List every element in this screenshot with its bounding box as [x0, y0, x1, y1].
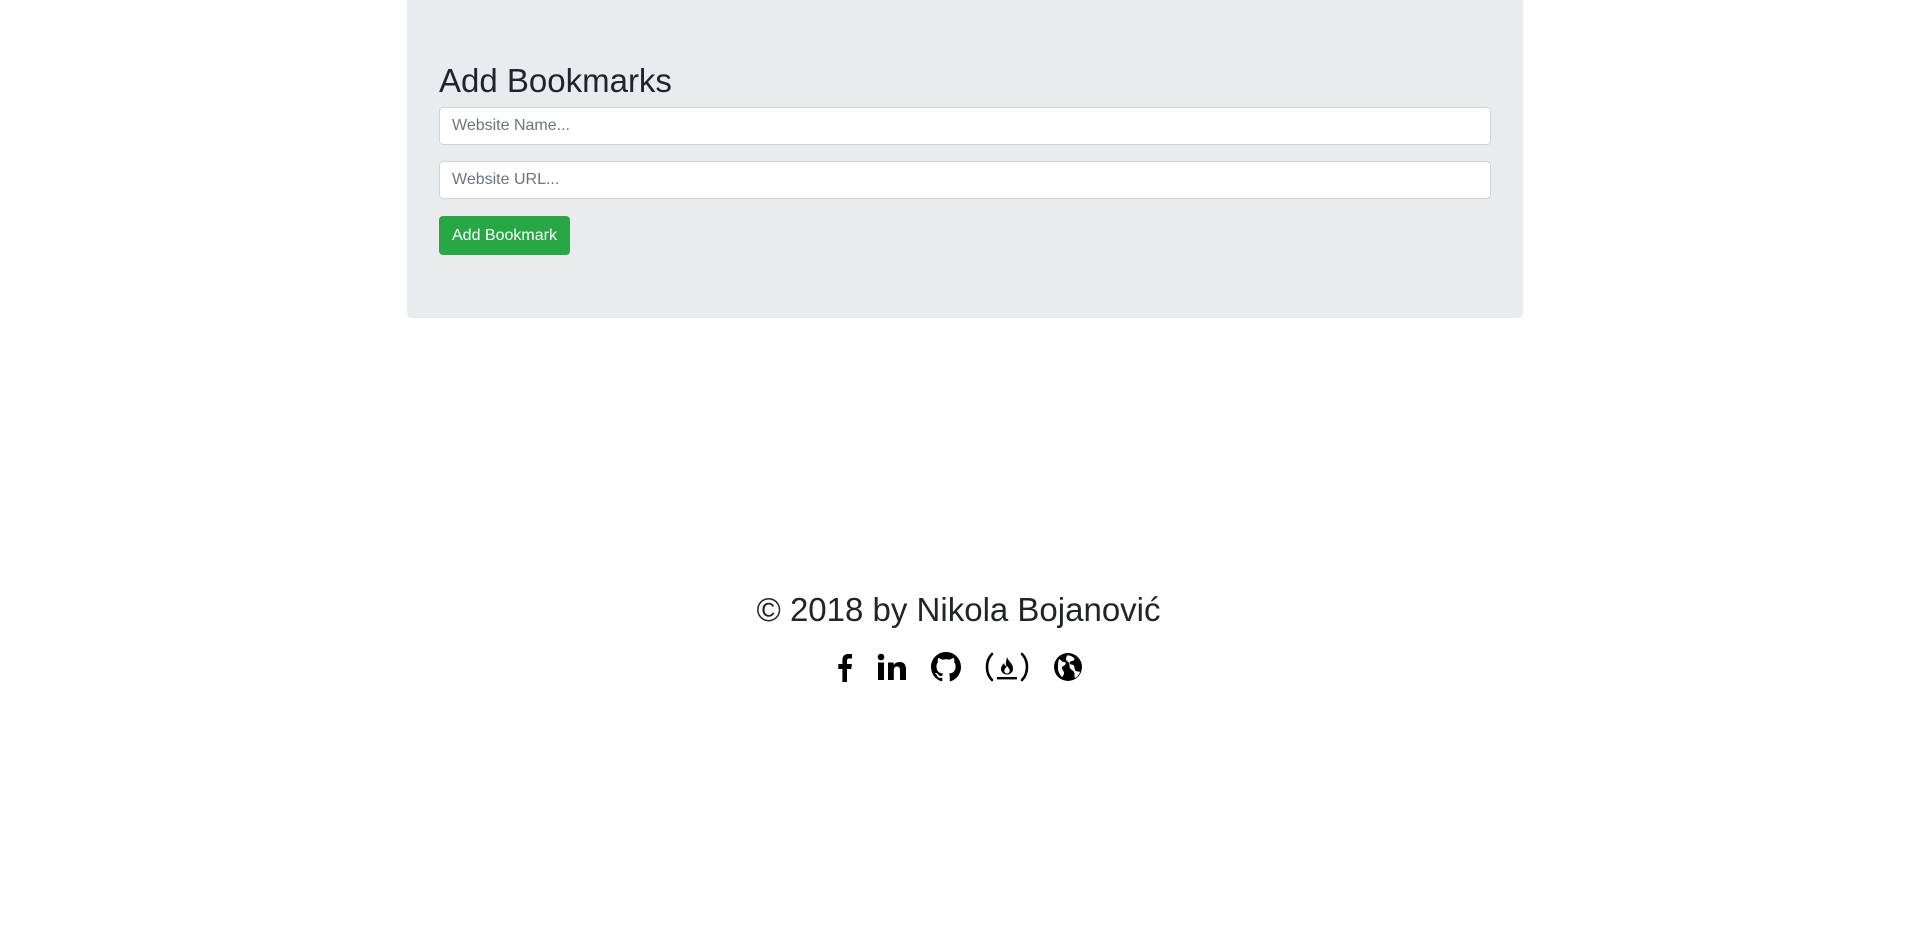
freecodecamp-icon[interactable]: [985, 650, 1029, 684]
linkedin-icon[interactable]: [877, 650, 907, 684]
github-icon[interactable]: [930, 650, 961, 684]
website-name-input[interactable]: [439, 107, 1491, 145]
add-bookmark-button[interactable]: Add Bookmark: [439, 216, 570, 255]
website-url-input[interactable]: [439, 161, 1491, 199]
website-globe-icon[interactable]: [1053, 650, 1083, 684]
form-title: Add Bookmarks: [439, 62, 672, 99]
facebook-icon[interactable]: [835, 650, 853, 684]
copyright-text: © 2018 by Nikola Bojanović: [756, 591, 1161, 628]
social-links: [0, 650, 1917, 684]
add-bookmark-panel: Add Bookmarks Add Bookmark: [407, 0, 1523, 318]
footer: © 2018 by Nikola Bojanović: [0, 588, 1917, 684]
